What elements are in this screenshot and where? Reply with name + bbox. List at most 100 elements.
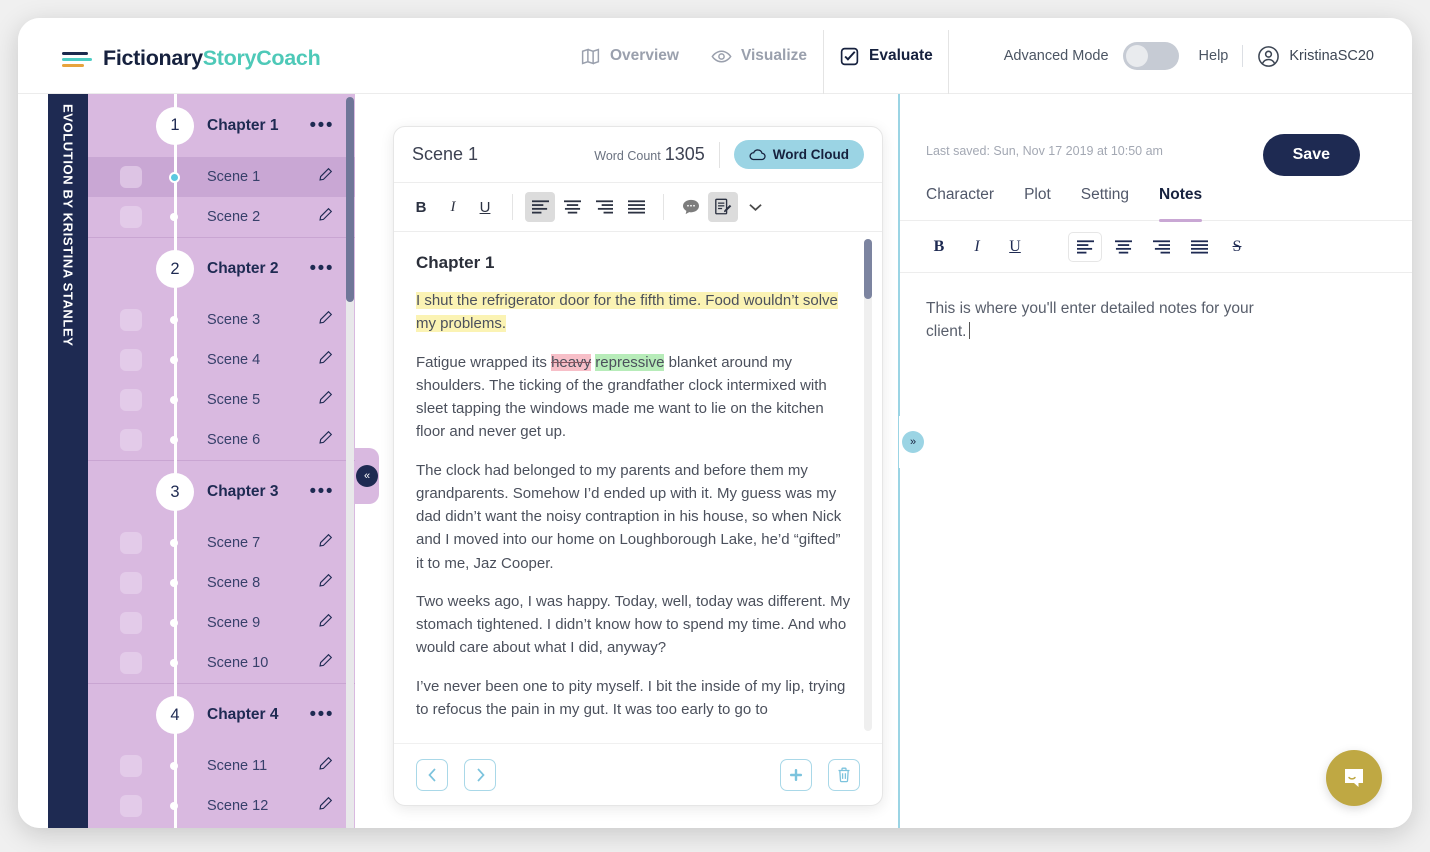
pencil-icon[interactable] [318, 390, 333, 410]
pencil-icon[interactable] [318, 533, 333, 553]
scene-checkbox[interactable] [120, 572, 142, 594]
scene-row[interactable]: Scene 8 [88, 563, 355, 603]
highlight-red[interactable]: heavy [551, 353, 592, 371]
align-left-button[interactable] [525, 192, 555, 222]
chat-launcher-button[interactable] [1326, 750, 1382, 806]
scene-checkbox[interactable] [120, 612, 142, 634]
scene-row[interactable]: Scene 11 [88, 746, 355, 786]
pencil-icon[interactable] [318, 613, 333, 633]
pencil-icon[interactable] [318, 350, 333, 370]
notes-align-center-button[interactable] [1106, 232, 1140, 262]
advanced-mode-toggle[interactable] [1122, 42, 1179, 70]
pencil-icon[interactable] [318, 756, 333, 776]
annotate-button[interactable] [708, 192, 738, 222]
scene-row[interactable]: Scene 1 [88, 157, 355, 197]
expand-panel-button[interactable]: » [899, 416, 927, 468]
ellipsis-icon[interactable]: ••• [310, 705, 334, 724]
pencil-icon[interactable] [318, 573, 333, 593]
highlight-yellow[interactable]: I shut the refrigerator door for the fif… [416, 292, 838, 333]
sidebar-scrollbar-thumb[interactable] [346, 97, 354, 302]
notes-align-justify-button[interactable] [1182, 232, 1216, 262]
scene-checkbox[interactable] [120, 532, 142, 554]
pencil-icon[interactable] [318, 310, 333, 330]
next-scene-button[interactable] [464, 758, 496, 791]
comment-icon [683, 199, 699, 215]
scene-checkbox[interactable] [120, 206, 142, 228]
chapter-title: Chapter 4 [207, 706, 279, 723]
manuscript-scrollbar[interactable] [864, 239, 872, 731]
previous-scene-button[interactable] [416, 758, 448, 791]
chapter-title: Chapter 1 [207, 116, 279, 134]
scene-row[interactable]: Scene 4 [88, 340, 355, 380]
help-link[interactable]: Help [1199, 48, 1229, 64]
italic-button[interactable]: I [438, 192, 468, 222]
notes-italic-button[interactable]: I [960, 232, 994, 262]
pencil-icon[interactable] [318, 430, 333, 450]
chapter-header[interactable]: 3 Chapter 3 ••• [88, 460, 355, 523]
highlight-green[interactable]: repressive [595, 353, 665, 371]
delete-scene-button[interactable] [828, 758, 860, 791]
scene-checkbox[interactable] [120, 349, 142, 371]
scene-row[interactable]: Scene 5 [88, 380, 355, 420]
user-menu[interactable]: KristinaSC20 [1257, 45, 1374, 68]
nav-item-overview[interactable]: Overview [564, 18, 695, 94]
tab-notes[interactable]: Notes [1159, 186, 1203, 222]
bold-button[interactable]: B [406, 192, 436, 222]
brand-logo[interactable]: FictionaryStoryCoach [62, 46, 321, 71]
sidebar-scrollbar[interactable] [346, 97, 354, 828]
scene-checkbox[interactable] [120, 309, 142, 331]
toolbar-more-button[interactable] [740, 192, 770, 222]
scene-label: Scene 4 [207, 352, 261, 368]
scene-row[interactable]: Scene 12 [88, 786, 355, 826]
ellipsis-icon[interactable]: ••• [310, 116, 334, 135]
scene-row[interactable]: Scene 2 [88, 197, 355, 237]
scene-row[interactable]: Scene 3 [88, 300, 355, 340]
scene-row[interactable]: Scene 7 [88, 523, 355, 563]
manuscript-scrollbar-thumb[interactable] [864, 239, 872, 299]
scene-checkbox[interactable] [120, 389, 142, 411]
chapter-header[interactable]: 2 Chapter 2 ••• [88, 237, 355, 300]
collapse-sidebar-button[interactable]: « [355, 448, 379, 504]
scene-row[interactable]: Scene 10 [88, 643, 355, 683]
manuscript-text[interactable]: Chapter 1 I shut the refrigerator door f… [394, 233, 882, 743]
comment-button[interactable] [676, 192, 706, 222]
scene-checkbox[interactable] [120, 795, 142, 817]
ellipsis-icon[interactable]: ••• [310, 482, 334, 501]
scene-checkbox[interactable] [120, 429, 142, 451]
scene-row[interactable]: Scene 6 [88, 420, 355, 460]
notes-align-left-button[interactable] [1068, 231, 1102, 262]
manuscript-paragraph: The clock had belonged to my parents and… [416, 459, 852, 575]
align-right-button[interactable] [589, 192, 619, 222]
scene-checkbox[interactable] [120, 755, 142, 777]
word-cloud-button[interactable]: Word Cloud [733, 140, 864, 169]
scene-row[interactable]: Scene 13 [88, 826, 355, 828]
notes-underline-button[interactable]: U [998, 232, 1032, 262]
ellipsis-icon[interactable]: ••• [310, 259, 334, 278]
pencil-icon[interactable] [318, 796, 333, 816]
timeline-dot [169, 171, 180, 183]
nav-item-visualize[interactable]: Visualize [695, 18, 823, 94]
manuscript-paragraph: Fatigue wrapped its heavy repressive bla… [416, 351, 852, 444]
align-justify-button[interactable] [621, 192, 651, 222]
chapter-scene-list[interactable]: 1 Chapter 1 ••• Scene 1 Scene 2 2 Chapter 2 •••… [88, 94, 355, 828]
tab-character[interactable]: Character [926, 186, 994, 220]
underline-button[interactable]: U [470, 192, 500, 222]
scene-row[interactable]: Scene 9 [88, 603, 355, 643]
tab-setting[interactable]: Setting [1081, 186, 1129, 220]
scene-checkbox[interactable] [120, 166, 142, 188]
notes-strikethrough-button[interactable]: S [1220, 232, 1254, 262]
nav-item-evaluate[interactable]: Evaluate [823, 18, 949, 94]
pencil-icon[interactable] [318, 653, 333, 673]
tab-plot[interactable]: Plot [1024, 186, 1051, 220]
scene-checkbox[interactable] [120, 652, 142, 674]
chapter-header[interactable]: 1 Chapter 1 ••• [88, 94, 355, 157]
align-center-button[interactable] [557, 192, 587, 222]
add-scene-button[interactable] [780, 758, 812, 791]
notes-bold-button[interactable]: B [922, 232, 956, 262]
notes-editor[interactable]: This is where you'll enter detailed note… [900, 273, 1412, 368]
pencil-icon[interactable] [318, 207, 333, 227]
brand-name-secondary: StoryCoach [202, 46, 321, 70]
chapter-header[interactable]: 4 Chapter 4 ••• [88, 683, 355, 746]
notes-align-right-button[interactable] [1144, 232, 1178, 262]
pencil-icon[interactable] [318, 167, 333, 187]
